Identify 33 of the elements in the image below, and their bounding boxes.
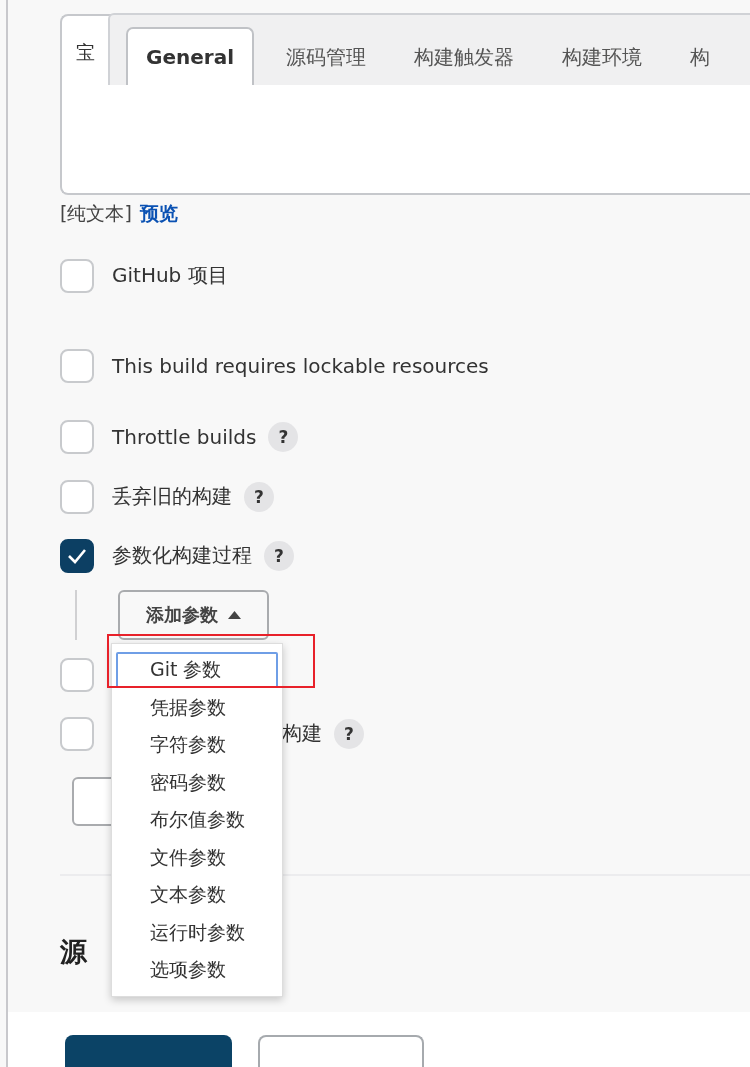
option-label: GitHub 项目 (112, 262, 228, 289)
checkbox[interactable] (60, 538, 94, 573)
format-label: [纯文本] (60, 201, 132, 226)
option-label: This build requires lockable resources (112, 353, 489, 378)
description-editor[interactable]: 宝 General 源码管理 构建触发器 构建环境 构 (60, 14, 750, 195)
tab[interactable]: 构建环境 (544, 29, 660, 85)
menu-item[interactable]: 字符参数 (116, 727, 278, 763)
tab[interactable]: 构建触发器 (396, 29, 532, 85)
menu-item[interactable]: 凭据参数 (116, 689, 278, 726)
option-label: 构建 (282, 720, 322, 747)
caret-icon (228, 611, 241, 619)
menu-item[interactable]: 布尔值参数 (116, 802, 278, 838)
menu-item[interactable]: 文件参数 (116, 839, 278, 876)
tab[interactable]: 构 (672, 29, 728, 85)
menu-item[interactable]: 密码参数 (116, 764, 278, 801)
tab[interactable]: General (126, 27, 254, 85)
menu-item[interactable]: 文本参数 (116, 877, 278, 913)
editor-text: 宝 (76, 40, 95, 65)
check-icon (67, 547, 87, 564)
add-parameter-button[interactable]: 添加参数 (118, 590, 269, 640)
help-icon[interactable]: ? (268, 422, 299, 452)
help-icon[interactable]: ? (244, 481, 274, 512)
help-icon[interactable]: ? (264, 540, 294, 571)
menu-item[interactable]: 选项参数 (116, 952, 278, 988)
option-label: Throttle builds (112, 425, 257, 449)
option-label: 丢弃旧的构建 (112, 483, 232, 510)
help-icon[interactable]: ? (334, 718, 364, 749)
preview-link[interactable]: 预览 (139, 201, 178, 227)
option-label: 参数化构建过程 (112, 542, 252, 569)
menu-item[interactable]: 运行时参数 (116, 914, 278, 951)
menu-item[interactable]: Git 参数 (116, 652, 278, 688)
section-heading: 源 (60, 935, 87, 969)
tab[interactable]: 源码管理 (268, 29, 384, 85)
